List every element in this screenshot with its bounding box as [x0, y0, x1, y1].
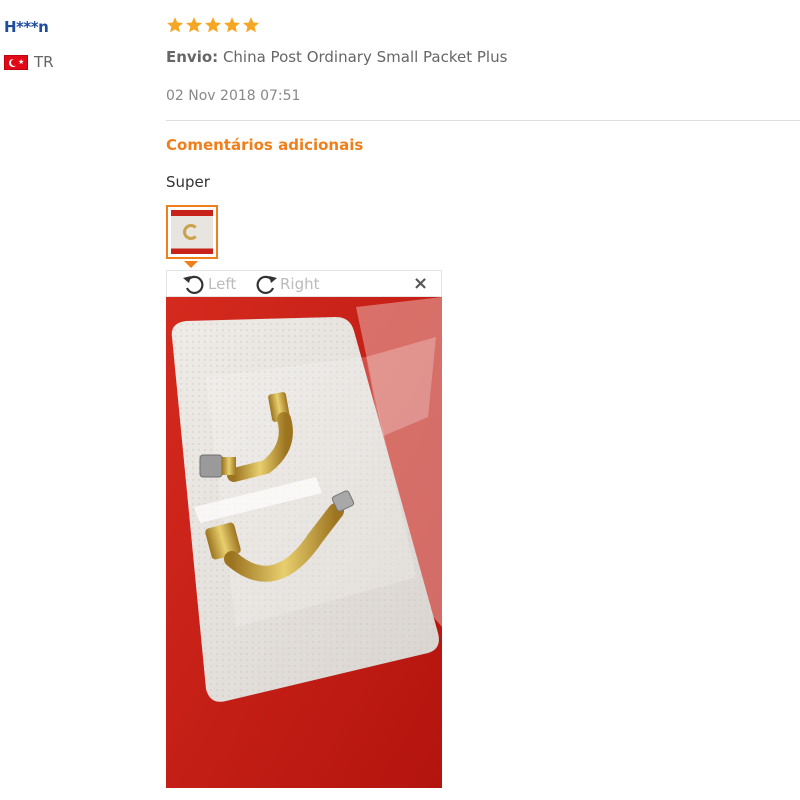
review-comment: Super — [166, 173, 210, 191]
rotate-left-icon — [183, 275, 204, 295]
turkey-flag-icon: ★ — [4, 54, 28, 70]
reviewer-name: H***n — [4, 18, 49, 36]
shipping-label: Envio: — [166, 48, 219, 66]
rotate-left-button[interactable]: Left — [181, 273, 236, 295]
star-icon — [167, 17, 183, 33]
star-icon — [186, 17, 202, 33]
rating-stars — [166, 16, 260, 34]
additional-comments-heading: Comentários adicionais — [166, 136, 364, 154]
shipping-info: Envio: China Post Ordinary Small Packet … — [166, 48, 507, 66]
star-icon — [224, 17, 240, 33]
image-viewer-toolbar: Left Right × — [166, 270, 442, 297]
country-code: TR — [34, 53, 54, 71]
review-photo-thumbnail[interactable] — [166, 205, 218, 259]
close-viewer-button[interactable]: × — [413, 274, 428, 294]
rotate-right-button[interactable]: Right — [253, 273, 320, 295]
thumbnail-image — [171, 210, 213, 254]
review-date: 02 Nov 2018 07:51 — [166, 88, 301, 104]
product-photo-image — [166, 297, 442, 788]
thumbnail-pointer-caret — [184, 261, 198, 268]
shipping-method: China Post Ordinary Small Packet Plus — [222, 48, 508, 66]
review-photo-large — [166, 297, 442, 788]
star-icon — [243, 17, 259, 33]
rotate-right-icon — [256, 275, 277, 295]
rotate-right-label: Right — [280, 275, 320, 293]
star-icon — [205, 17, 221, 33]
reviewer-country: ★ TR — [4, 53, 54, 71]
divider — [166, 120, 800, 121]
rotate-left-label: Left — [208, 275, 237, 293]
